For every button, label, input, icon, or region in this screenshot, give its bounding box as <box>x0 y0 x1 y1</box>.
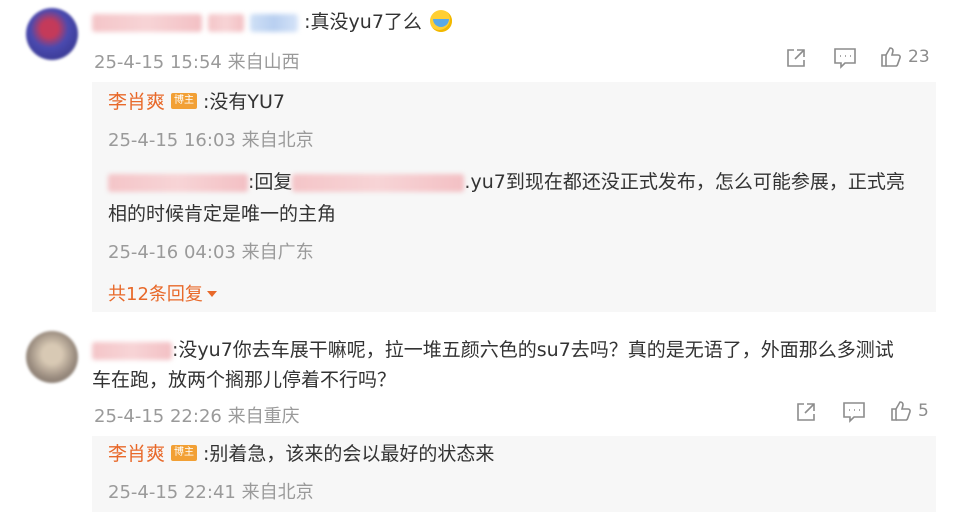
reply-text: :回复 .yu7到现在都还没正式发布，怎么可能参展，正式亮 <box>108 168 905 196</box>
share-icon <box>787 49 805 67</box>
blogger-badge: 博主 <box>171 92 198 109</box>
blurred-username[interactable] <box>208 13 245 32</box>
reply-text-line2: 相的时候肯定是唯一的主角 <box>108 203 337 225</box>
blurred-username[interactable] <box>250 13 299 32</box>
comment-icon <box>834 48 856 69</box>
share-icon <box>797 403 815 421</box>
more-replies-link[interactable]: 共12条回复 <box>108 280 217 306</box>
comment-body-line1: :没yu7你去车展干嘛呢，拉一堆五颜六色的su7去吗？真的是无语了，外面那么多测… <box>172 339 894 361</box>
like-count: 23 <box>908 47 930 67</box>
avatar[interactable] <box>26 331 78 383</box>
like-button[interactable]: 23 <box>880 46 930 68</box>
reply-body: :别着急，该来的会以最好的状态来 <box>203 443 495 465</box>
like-count: 5 <box>918 401 929 421</box>
blurred-username[interactable] <box>292 173 465 192</box>
share-button[interactable] <box>795 401 817 423</box>
comment-text: :没yu7你去车展干嘛呢，拉一堆五颜六色的su7去吗？真的是无语了，外面那么多测… <box>92 336 894 364</box>
reply-prefix: :回复 <box>248 171 293 193</box>
comment-body: :真没yu7了么 <box>304 11 422 33</box>
like-button[interactable]: 5 <box>890 400 929 422</box>
blurred-username[interactable] <box>108 173 248 192</box>
reply-meta: 25-4-15 22:41 来自北京 <box>108 482 314 503</box>
reply-meta: 25-4-16 04:03 来自广东 <box>108 242 314 263</box>
reply-text: 李肖爽 博主 :别着急，该来的会以最好的状态来 <box>108 440 494 468</box>
comment-button[interactable] <box>833 47 857 69</box>
comment-text-line2: 车在跑，放两个搁那儿停着不行吗？ <box>92 369 397 391</box>
reply-body: :没有YU7 <box>203 91 286 113</box>
comment-meta: 25-4-15 22:26 来自重庆 <box>94 406 300 427</box>
reply-list: 李肖爽 博主 :没有YU7 25-4-15 16:03 来自北京 :回复 .yu7到现… <box>92 82 936 312</box>
more-replies-label: 共12条回复 <box>108 284 203 305</box>
blogger-badge: 博主 <box>171 444 198 461</box>
reply-list: 李肖爽 博主 :别着急，该来的会以最好的状态来 25-4-15 22:41 来自北京 <box>92 436 936 512</box>
comment-meta: 25-4-15 15:54 来自山西 <box>94 52 300 73</box>
comment-button[interactable] <box>842 401 866 423</box>
comment-text: :真没yu7了么 <box>92 8 452 36</box>
comment-icon <box>843 402 865 423</box>
like-icon <box>891 401 911 421</box>
reply-author[interactable]: 李肖爽 <box>108 91 165 113</box>
reply-meta: 25-4-15 16:03 来自北京 <box>108 130 314 151</box>
reply-text: 李肖爽 博主 :没有YU7 <box>108 88 285 116</box>
blurred-username[interactable] <box>92 13 202 32</box>
reply-body-line1: .yu7到现在都还没正式发布，怎么可能参展，正式亮 <box>464 171 905 193</box>
blurred-username[interactable] <box>92 341 172 360</box>
share-button[interactable] <box>785 47 807 69</box>
caret-down-icon <box>206 290 217 297</box>
avatar[interactable] <box>26 8 78 60</box>
like-icon <box>881 47 901 67</box>
crying-laughing-emoji-icon <box>429 9 452 32</box>
reply-author[interactable]: 李肖爽 <box>108 443 165 465</box>
